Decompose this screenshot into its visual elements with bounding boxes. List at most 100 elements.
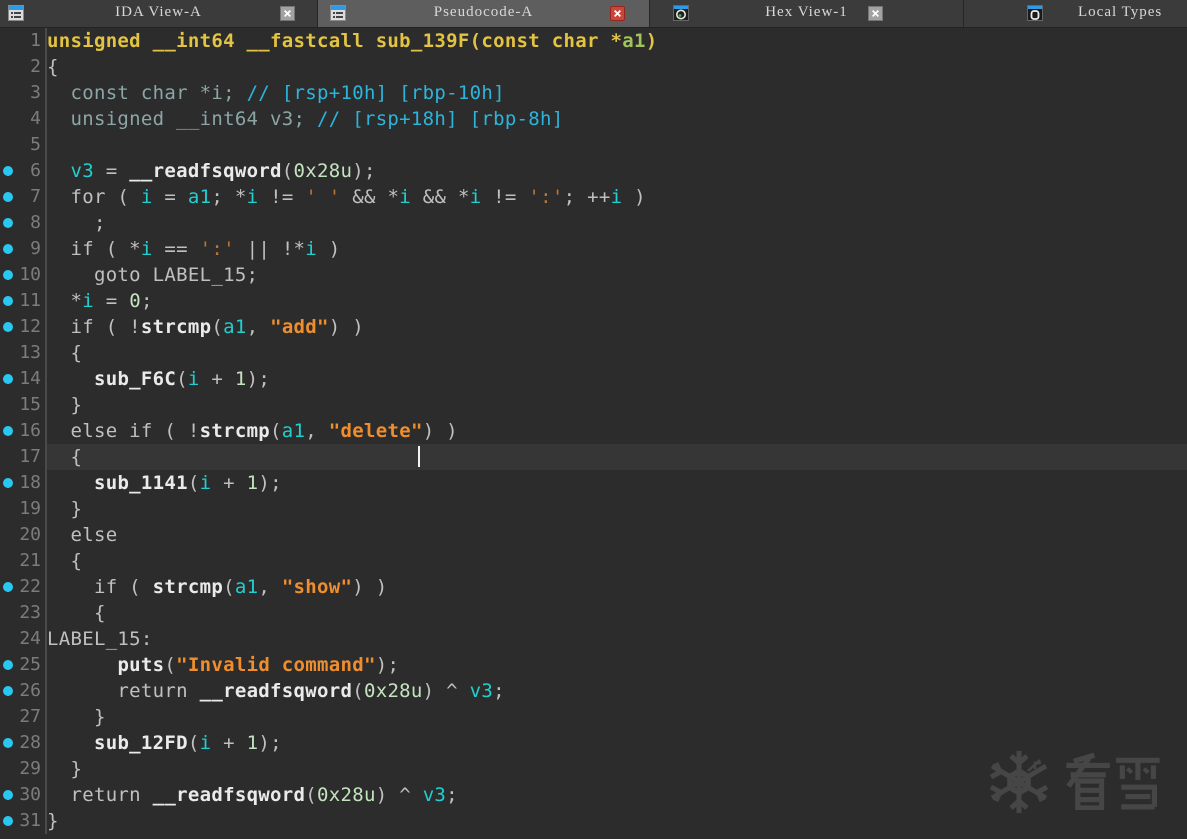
token-decl: unsigned __int64 v3; [47,108,317,130]
code-line[interactable]: 23 { [0,600,1187,626]
code-text: sub_12FD(i + 1); [47,730,1187,756]
code-line[interactable]: 28 sub_12FD(i + 1); [0,730,1187,756]
token-default [47,732,94,754]
line-number: 27 [19,706,41,727]
code-line[interactable]: 10 goto LABEL_15; [0,262,1187,288]
token-var: i [199,732,212,754]
code-line[interactable]: 25 puts("Invalid command"); [0,652,1187,678]
code-line[interactable]: 4 unsigned __int64 v3; // [rsp+18h] [rbp… [0,106,1187,132]
line-number: 14 [19,368,41,389]
token-default: != [481,186,529,208]
token-num: 0x28u [317,784,376,806]
token-default: + [211,732,247,754]
breakpoint-dot [3,166,13,176]
token-default: == [152,238,200,260]
token-default: { [47,342,83,364]
code-line[interactable]: 11 *i = 0; [0,288,1187,314]
code-line[interactable]: 15 } [0,392,1187,418]
code-line[interactable]: 3 const char *i; // [rsp+10h] [rbp-10h] [0,80,1187,106]
code-line[interactable]: 20 else [0,522,1187,548]
token-default: && * [340,186,400,208]
close-tab-icon[interactable] [610,6,625,21]
code-line[interactable]: 7 for ( i = a1; *i != ' ' && *i && *i !=… [0,184,1187,210]
code-line[interactable]: 30 return __readfsqword(0x28u) ^ v3; [0,782,1187,808]
token-comment: // [rsp+18h] [rbp-8h] [317,108,564,130]
token-default: , [258,576,282,598]
tab-pseudocode-a[interactable]: Pseudocode-A [318,0,649,27]
code-line[interactable]: 31} [0,808,1187,834]
token-arg: a1 [622,30,646,52]
gutter-cell: 31 [0,808,47,834]
token-var: i [399,186,411,208]
code-line[interactable]: 27 } [0,704,1187,730]
code-text: v3 = __readfsqword(0x28u); [47,158,1187,184]
tab-ida-view-a[interactable]: IDA View-A [0,0,317,27]
token-proto: ) [645,30,658,52]
tab-local-types[interactable]: Local Types [964,0,1187,27]
code-line[interactable]: 19 } [0,496,1187,522]
code-line[interactable]: 17 { [0,444,1187,470]
token-var: v3 [469,680,494,702]
token-default: = [93,160,130,182]
token-default: { [47,602,106,624]
gutter-cell: 25 [0,652,47,678]
code-line[interactable]: 22 if ( strcmp(a1, "show") ) [0,574,1187,600]
token-default: + [199,368,235,390]
code-line[interactable]: 5 [0,132,1187,158]
token-num: 1 [246,732,259,754]
close-tab-icon[interactable] [280,6,295,21]
tab-hex-view-1[interactable]: Hex View-1 [650,0,963,27]
breakpoint-dot [3,218,13,228]
token-default: ( [187,472,200,494]
code-line[interactable]: 24 LABEL_15: [0,626,1187,652]
token-char: ':' [528,186,564,208]
token-proto: unsigned __int64 __fastcall sub_139F(con… [47,30,623,52]
gutter-cell: 23 [0,600,47,626]
code-line[interactable]: 18 sub_1141(i + 1); [0,470,1187,496]
code-line[interactable]: 16 else if ( !strcmp(a1, "delete") ) [0,418,1187,444]
code-line[interactable]: 1 unsigned __int64 __fastcall sub_139F(co… [0,28,1187,54]
code-line[interactable]: 14 sub_F6C(i + 1); [0,366,1187,392]
token-func: __readfsqword [152,784,306,806]
gutter-cell: 27 [0,704,47,730]
token-func: sub_12FD [93,732,188,754]
close-tab-icon[interactable] [868,6,883,21]
code-text: for ( i = a1; *i != ' ' && *i && *i != '… [47,184,1187,210]
token-default: ; [493,680,505,702]
token-var: a1 [281,420,306,442]
line-number: 24 [19,628,41,649]
token-default: return [47,680,200,702]
token-default: , [305,420,329,442]
line-number: 26 [19,680,41,701]
code-line[interactable]: 2{ [0,54,1187,80]
token-var: v3 [70,160,94,182]
token-default: LABEL_15: [47,628,153,650]
token-default [47,472,94,494]
code-text: ; [47,210,1187,236]
code-line[interactable]: 13 { [0,340,1187,366]
token-default: ( [164,654,177,676]
token-default: ) ) [422,420,458,442]
code-line[interactable]: 12 if ( !strcmp(a1, "add") ) [0,314,1187,340]
token-default: ; [140,290,153,312]
token-default: + [211,472,247,494]
code-text: } [47,756,1187,782]
code-line[interactable]: 29 } [0,756,1187,782]
line-number: 22 [19,576,41,597]
tab-label: Hex View-1 [765,4,848,20]
code-line[interactable]: 6 v3 = __readfsqword(0x28u); [0,158,1187,184]
code-line[interactable]: 21 { [0,548,1187,574]
line-number: 25 [19,654,41,675]
code-line[interactable]: 8 ; [0,210,1187,236]
token-default: ( [187,732,200,754]
tab-label: Pseudocode-A [433,4,534,20]
code-text: unsigned __int64 v3; // [rsp+18h] [rbp-8… [47,106,1187,132]
gutter-cell: 17 [0,444,47,470]
line-number: 6 [30,160,41,181]
code-text: else if ( !strcmp(a1, "delete") ) [47,418,1187,444]
breakpoint-dot [3,790,13,800]
code-line[interactable]: 9 if ( *i == ':' || !*i ) [0,236,1187,262]
token-default [47,654,117,676]
code-line[interactable]: 26 return __readfsqword(0x28u) ^ v3; [0,678,1187,704]
line-number: 1 [30,30,41,51]
